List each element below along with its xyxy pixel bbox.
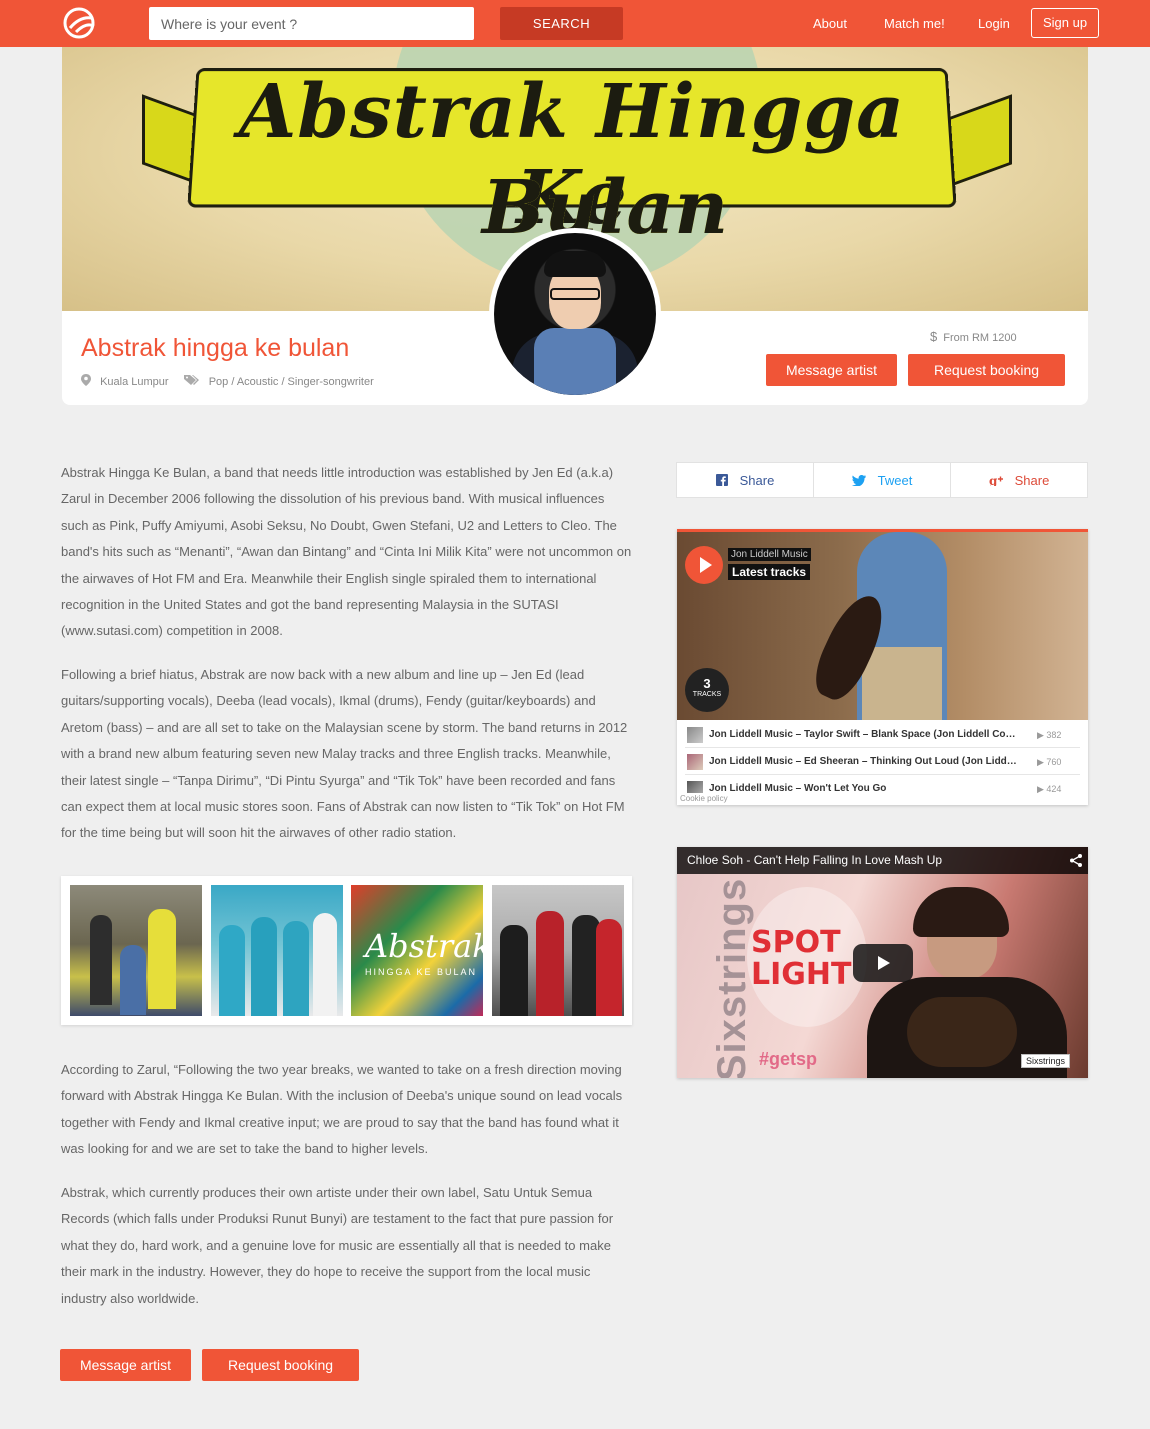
tags-icon [183,374,200,389]
dollar-icon: $ [930,329,938,344]
share-bar: Share Tweet g Share [676,462,1088,498]
video-brand-badge: Sixstrings [1021,1054,1071,1068]
album-cover-title: Abstrak [365,927,483,965]
video-title-bar: Chloe Soh - Can't Help Falling In Love M… [677,847,1088,874]
location-pin-icon [81,374,91,389]
twitter-icon [851,474,866,486]
track-plays: ▶ 382 [1037,730,1062,740]
track-title: Jon Liddell Music – Taylor Swift – Blank… [709,729,1016,740]
bio-paragraph-2: Following a brief hiatus, Abstrak are no… [61,667,628,841]
track-count-label: TRACKS [692,691,722,698]
price-info: $ From RM 1200 [930,329,1017,344]
video-title[interactable]: Chloe Soh - Can't Help Falling In Love M… [687,853,942,867]
logo-icon[interactable] [62,6,98,40]
message-artist-button[interactable]: Message artist [766,354,897,386]
request-booking-button-bottom[interactable]: Request booking [202,1349,359,1381]
bio-paragraph-4: Abstrak, which currently produces their … [61,1185,614,1306]
request-booking-button[interactable]: Request booking [908,354,1065,386]
video-side-text: Sixstrings [710,877,755,1078]
artist-meta: Kuala Lumpur Pop / Acoustic / Singer-son… [81,374,374,389]
spot-line2: LIGHT [751,957,852,992]
artist-name: Abstrak hingga ke bulan [81,334,350,362]
track-thumbnail [687,754,703,770]
nav-login-link[interactable]: Login [978,16,1010,31]
signup-button[interactable]: Sign up [1031,8,1099,38]
soundcloud-user[interactable]: Jon Liddell Music [728,548,811,561]
soundcloud-title[interactable]: Latest tracks [728,564,811,580]
track-title: Jon Liddell Music – Won't Let You Go [709,783,887,794]
album-cover-subtitle: HINGGA KE BULAN [365,967,478,977]
google-plus-share-button[interactable]: g Share [951,463,1087,497]
top-navbar: SEARCH About Match me! Login Sign up [0,0,1150,47]
track-row[interactable]: Jon Liddell Music – Ed Sheeran – Thinkin… [685,749,1080,775]
track-plays: ▶ 760 [1037,757,1062,767]
avatar [489,228,661,400]
gallery-photo-4[interactable] [492,885,624,1016]
google-plus-icon: g [989,474,1003,486]
nav-match-link[interactable]: Match me! [884,16,945,31]
search-input[interactable] [149,7,474,40]
message-artist-button-bottom[interactable]: Message artist [60,1349,191,1381]
track-row[interactable]: Jon Liddell Music – Won't Let You Go ▶ 4… [685,776,1080,802]
video-spotlight-text: SPOT LIGHT [751,927,851,991]
facebook-icon [715,474,728,486]
soundcloud-play-button[interactable] [685,546,723,584]
track-row[interactable]: Jon Liddell Music – Taylor Swift – Blank… [685,722,1080,748]
track-count: 3 [703,676,711,691]
twitter-share-button[interactable]: Tweet [814,463,951,497]
gallery-photo-2[interactable] [211,885,343,1016]
track-title: Jon Liddell Music – Ed Sheeran – Thinkin… [709,756,1017,767]
bio-paragraph-3: According to Zarul, “Following the two y… [61,1062,623,1157]
soundcloud-artwork: Jon Liddell Music Latest tracks 3 TRACKS [677,532,1088,720]
cookie-policy-link[interactable]: Cookie policy [680,794,728,803]
search-button[interactable]: SEARCH [500,7,623,40]
video-play-button[interactable] [853,944,913,982]
artist-location: Kuala Lumpur [100,375,169,388]
facebook-share-label: Share [739,472,775,488]
svg-text:g: g [989,474,998,486]
track-thumbnail [687,727,703,743]
photo-gallery: Abstrak HINGGA KE BULAN [61,876,632,1025]
gallery-photo-1[interactable] [70,885,202,1016]
artist-genres: Pop / Acoustic / Singer-songwriter [208,375,374,388]
share-icon[interactable] [1070,854,1082,867]
soundcloud-widget: Jon Liddell Music Latest tracks 3 TRACKS… [677,529,1088,805]
track-count-badge: 3 TRACKS [685,668,729,712]
twitter-share-label: Tweet [877,472,913,488]
nav-about-link[interactable]: About [813,16,847,31]
facebook-share-button[interactable]: Share [677,463,814,497]
spot-line1: SPOT [751,925,841,960]
track-plays: ▶ 424 [1037,784,1062,794]
track-thumbnail [687,781,703,793]
price-text: From RM 1200 [943,332,1017,344]
youtube-video[interactable]: Sixstrings SPOT LIGHT Chloe Soh - Can't H… [677,847,1088,1078]
google-plus-share-label: Share [1014,472,1050,488]
bio-paragraph-1: Abstrak Hingga Ke Bulan, a band that nee… [61,465,632,639]
video-hashtag: #getsp [759,1049,818,1069]
gallery-photo-3[interactable]: Abstrak HINGGA KE BULAN [351,885,483,1016]
